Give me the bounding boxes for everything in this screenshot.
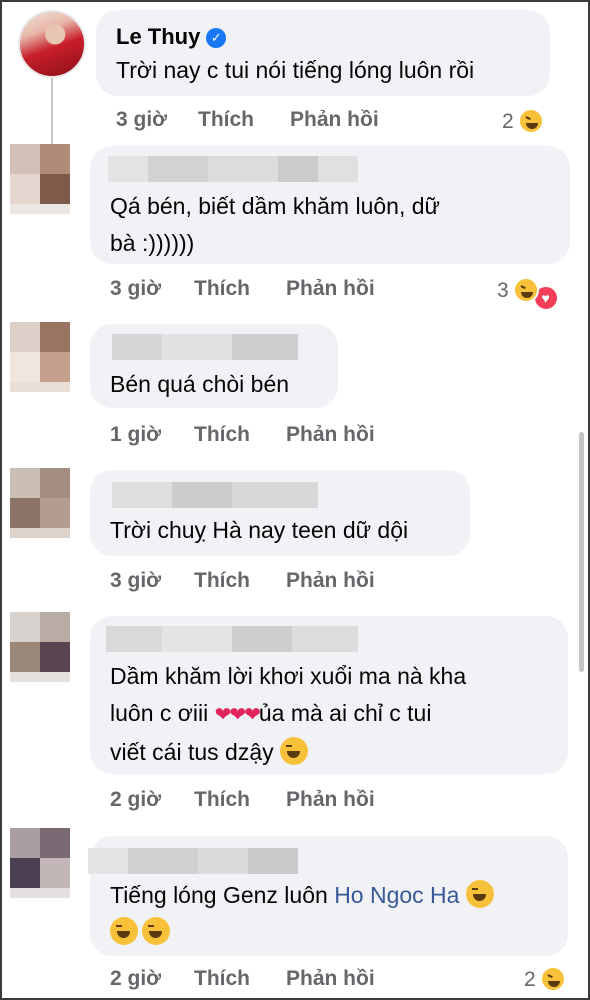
avatar[interactable] <box>10 468 76 538</box>
comment-text: Tiếng lóng Genz luôn Ho Ngoc Ha <box>110 877 494 951</box>
avatar[interactable] <box>10 144 76 214</box>
like-button[interactable]: Thích <box>194 967 250 991</box>
reaction-summary[interactable]: 2 <box>524 966 566 992</box>
avatar[interactable] <box>10 322 76 392</box>
avatar[interactable] <box>18 10 86 78</box>
reaction-count: 3 <box>497 279 509 302</box>
comment-text: Dầm khăm lời khơi xuổi ma nà kha luôn c … <box>110 658 466 771</box>
scrollbar[interactable] <box>579 432 584 672</box>
reaction-summary[interactable]: 2 <box>502 108 544 134</box>
reply-button[interactable]: Phản hồi <box>286 277 375 301</box>
author-name-blurred[interactable] <box>88 848 298 874</box>
comment-text: Trời chuỵ Hà nay teen dữ dội <box>110 517 409 543</box>
comment-author[interactable]: Le Thuy ✓ <box>116 24 227 50</box>
reply-button[interactable]: Phản hồi <box>286 569 375 593</box>
like-button[interactable]: Thích <box>194 788 250 812</box>
comment-text-part: luôn c ơiii <box>110 700 209 726</box>
laugh-emoji-icon <box>539 966 566 992</box>
hearts-emoji-icon: ❤❤❤ <box>214 704 261 726</box>
reply-button[interactable]: Phản hồi <box>290 108 379 132</box>
reaction-count: 2 <box>502 110 514 133</box>
reply-button[interactable]: Phản hồi <box>286 967 375 991</box>
verified-check-icon: ✓ <box>206 28 227 48</box>
comment-text-part: Tiếng lóng Genz luôn <box>110 882 328 908</box>
author-name[interactable]: Le Thuy <box>116 24 200 49</box>
mention-link[interactable]: Ho Ngoc Ha <box>334 882 459 908</box>
comment-text-line: luôn c ơiii ❤❤❤ủa mà ai chỉ c tui <box>110 695 466 734</box>
comment-time[interactable]: 3 giờ <box>110 277 161 301</box>
comment-time[interactable]: 2 giờ <box>110 788 161 812</box>
author-name-blurred[interactable] <box>106 626 358 652</box>
comment-text: Qá bén, biết dầm khăm luôn, dữ bà :)))))… <box>110 188 440 262</box>
comment-text: Trời nay c tui nói tiếng lóng luôn rồi <box>116 57 475 83</box>
comment-text: Bén quá chòi bén <box>110 371 290 397</box>
comment-text-part: ủa mà ai chỉ c tui <box>258 700 432 726</box>
reply-button[interactable]: Phản hồi <box>286 788 375 812</box>
comment-text-line: Qá bén, biết dầm khăm luôn, dữ <box>110 193 440 219</box>
comment-time[interactable]: 3 giờ <box>116 108 167 132</box>
comment-text-line <box>110 914 494 951</box>
author-name-blurred[interactable] <box>108 156 358 182</box>
comment-text-line: bà :)))))) <box>110 230 195 256</box>
like-button[interactable]: Thích <box>194 569 250 593</box>
comment-text-line: Dầm khăm lời khơi xuổi ma nà kha <box>110 663 467 689</box>
comment-time[interactable]: 1 giờ <box>110 423 161 447</box>
laugh-emoji-icon <box>110 917 138 945</box>
author-name-blurred[interactable] <box>112 334 298 360</box>
like-button[interactable]: Thích <box>194 423 250 447</box>
reaction-count: 2 <box>524 968 536 991</box>
comment-time[interactable]: 2 giờ <box>110 967 161 991</box>
avatar[interactable] <box>10 612 76 682</box>
comment-text-line: viết cái tus dzậy <box>110 734 466 771</box>
reply-button[interactable]: Phản hồi <box>286 423 375 447</box>
laugh-emoji-icon <box>280 737 309 765</box>
comment-text-part: viết cái tus dzậy <box>110 739 274 765</box>
comment-text-line: Tiếng lóng Genz luôn Ho Ngoc Ha <box>110 877 494 914</box>
reaction-summary[interactable]: 3 ♥ <box>497 277 559 311</box>
author-name-blurred[interactable] <box>112 482 318 508</box>
avatar[interactable] <box>10 828 76 898</box>
laugh-emoji-icon <box>517 108 544 134</box>
like-button[interactable]: Thích <box>198 108 254 132</box>
laugh-emoji-icon <box>465 880 494 908</box>
comment-time[interactable]: 3 giờ <box>110 569 161 593</box>
laugh-emoji-icon <box>142 917 170 945</box>
laugh-emoji-icon <box>512 277 539 303</box>
thread-connector-line <box>51 78 53 144</box>
like-button[interactable]: Thích <box>194 277 250 301</box>
